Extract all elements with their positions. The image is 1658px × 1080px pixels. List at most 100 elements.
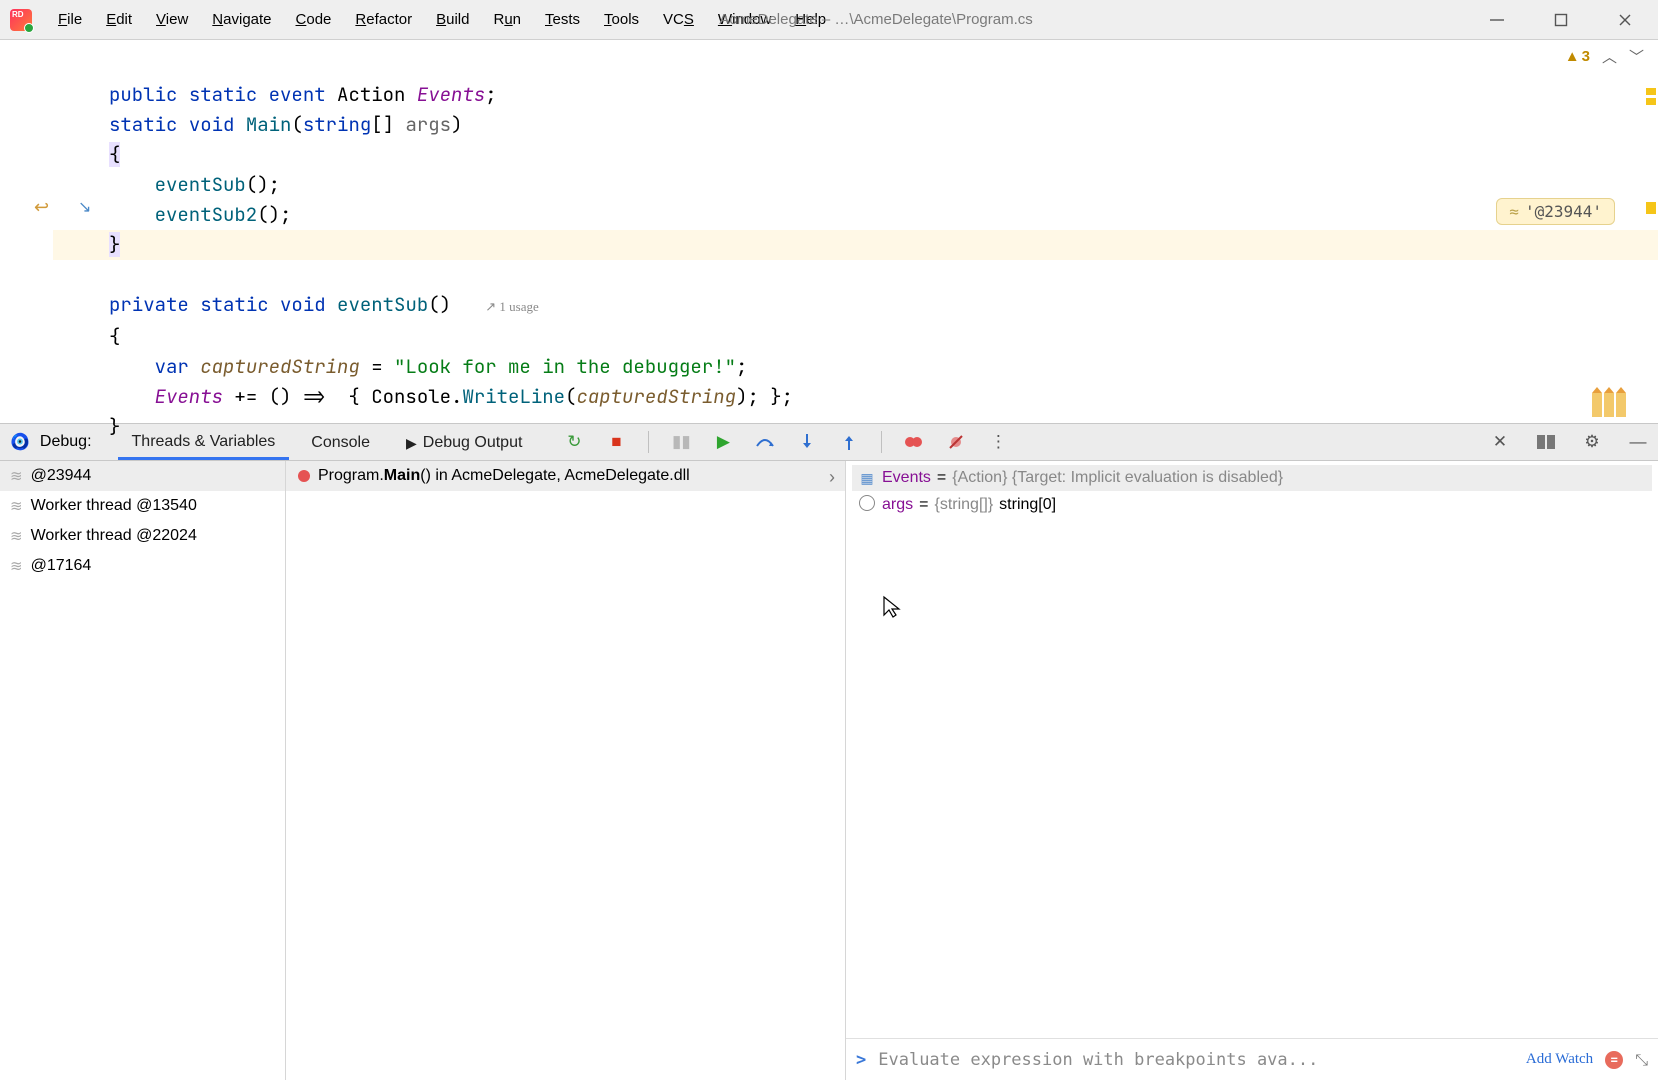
menu-view[interactable]: View	[144, 7, 200, 32]
grid-icon: ▦	[858, 470, 876, 487]
type: Action	[337, 82, 405, 107]
brace: {	[109, 142, 120, 167]
variable-name: Events	[882, 469, 931, 487]
thread-label: Worker thread @13540	[31, 497, 197, 515]
prev-highlight-icon[interactable]: ︿	[1602, 46, 1617, 67]
mute-breakpoints-button[interactable]	[946, 432, 966, 452]
hide-button[interactable]: —	[1628, 432, 1648, 452]
more-button[interactable]: ⋮	[988, 432, 1008, 452]
tab-debug-output[interactable]: ▶Debug Output	[392, 424, 536, 460]
rerun-button[interactable]: ↻	[564, 432, 584, 452]
variable-row[interactable]: args = {string[]} string[0]	[852, 491, 1652, 518]
menu-tools[interactable]: Tools	[592, 7, 651, 32]
expand-frames-icon[interactable]: ›	[829, 467, 835, 488]
punct: ); };	[736, 384, 793, 409]
object-icon	[858, 495, 876, 514]
step-over-button[interactable]	[755, 432, 775, 452]
menu-file[interactable]: File	[46, 7, 94, 32]
code-editor[interactable]: ↩ ↘ public static event Action Events; s…	[0, 40, 1658, 423]
settings-button[interactable]: ⚙	[1582, 432, 1602, 452]
threads-pane[interactable]: ≋@23944≋Worker thread @13540≋Worker thre…	[0, 461, 286, 1080]
code-area[interactable]: public static event Action Events; stati…	[53, 40, 1658, 423]
pause-button[interactable]: ▮▮	[671, 432, 691, 452]
thread-item[interactable]: ≋@23944	[0, 461, 285, 491]
menu-edit[interactable]: Edit	[94, 7, 144, 32]
title-bar: RD FileEditViewNavigateCodeRefactorBuild…	[0, 0, 1658, 40]
punct: ;	[485, 82, 496, 107]
punct: ()	[428, 292, 451, 317]
menu-code[interactable]: Code	[284, 7, 344, 32]
layout-button[interactable]	[1536, 432, 1556, 452]
window-title: AcmeDelegate – …\AcmeDelegate\Program.cs	[719, 11, 1032, 28]
next-highlight-icon[interactable]: ﹀	[1629, 46, 1644, 67]
add-watch-button[interactable]: Add Watch	[1526, 1051, 1593, 1068]
punct: .	[451, 384, 462, 409]
step-into-button[interactable]	[797, 432, 817, 452]
no-entry-icon[interactable]: =	[1605, 1051, 1623, 1069]
debug-icon: 🧿	[10, 432, 30, 452]
method: WriteLine	[462, 384, 565, 409]
frames-pane[interactable]: Program.Main() in AcmeDelegate, AcmeDele…	[286, 461, 846, 1080]
app-icon: RD	[10, 9, 32, 31]
kw: static	[200, 292, 268, 317]
menu-tests[interactable]: Tests	[533, 7, 592, 32]
thread-item[interactable]: ≋Worker thread @22024	[0, 521, 285, 551]
breakpoint-icon	[298, 470, 310, 482]
variables-list[interactable]: ▦Events = {Action} {Target: Implicit eva…	[846, 461, 1658, 1038]
ident: Events	[417, 82, 485, 107]
tab-threads-variables[interactable]: Threads & Variables	[118, 424, 290, 460]
thread-label: @23944	[31, 467, 92, 485]
collapse-icon[interactable]: ⤡	[1635, 1050, 1648, 1070]
view-breakpoints-button[interactable]	[904, 432, 924, 452]
warning-badge[interactable]: ▲ 3	[1565, 48, 1590, 65]
kw: private	[109, 292, 189, 317]
window-controls	[1488, 11, 1648, 29]
type: Console	[371, 384, 451, 409]
inline-debug-value: ≈'@23944'	[1496, 198, 1615, 225]
editor-error-stripe[interactable]	[1648, 88, 1656, 378]
menu-vcs[interactable]: VCS	[651, 7, 706, 32]
ident: Events	[155, 384, 223, 409]
punct: )	[451, 112, 462, 137]
ident: capturedString	[200, 354, 360, 379]
thread-icon: ≋	[10, 497, 23, 515]
variables-pane: ▦Events = {Action} {Target: Implicit eva…	[846, 461, 1658, 1080]
tab-console[interactable]: Console	[297, 424, 384, 460]
maximize-button[interactable]	[1552, 11, 1570, 29]
pencils-widget[interactable]	[1592, 393, 1626, 417]
kw: void	[189, 112, 235, 137]
brace: }	[109, 414, 120, 439]
punct: ();	[246, 172, 280, 197]
menu-run[interactable]: Run	[481, 7, 533, 32]
step-out-button[interactable]	[839, 432, 859, 452]
editor-inspection-widget[interactable]: ▲ 3 ︿ ﹀	[1565, 46, 1644, 67]
method: Main	[246, 112, 292, 137]
debug-body: ≋@23944≋Worker thread @13540≋Worker thre…	[0, 461, 1658, 1080]
debug-tool-window-header: 🧿 Debug: Threads & Variables Console ▶De…	[0, 423, 1658, 461]
close-button[interactable]	[1616, 11, 1634, 29]
thread-item[interactable]: ≋@17164	[0, 551, 285, 581]
editor-gutter: ↩ ↘	[0, 40, 53, 423]
thread-icon: ≋	[10, 557, 23, 575]
resume-button[interactable]: ▶	[713, 432, 733, 452]
evaluate-input[interactable]: Evaluate expression with breakpoints ava…	[878, 1050, 1514, 1070]
op: =	[360, 354, 394, 379]
variable-row[interactable]: ▦Events = {Action} {Target: Implicit eva…	[852, 465, 1652, 491]
punct: (	[291, 112, 302, 137]
usage-hint[interactable]: ↗ 1 usage	[485, 299, 539, 314]
stop-button[interactable]: ■	[606, 432, 626, 452]
punct: (	[565, 384, 576, 409]
stack-frame[interactable]: Program.Main() in AcmeDelegate, AcmeDele…	[286, 461, 845, 491]
menu-build[interactable]: Build	[424, 7, 481, 32]
frame-label: Program.Main() in AcmeDelegate, AcmeDele…	[318, 467, 690, 485]
menu-refactor[interactable]: Refactor	[343, 7, 424, 32]
evaluate-bar: > Evaluate expression with breakpoints a…	[846, 1038, 1658, 1080]
call: eventSub	[155, 172, 246, 197]
close-panel-button[interactable]: ✕	[1490, 432, 1510, 452]
debug-title: Debug:	[40, 433, 92, 451]
minimize-button[interactable]	[1488, 11, 1506, 29]
thread-item[interactable]: ≋ Worker thread @13540	[0, 491, 285, 521]
param: args	[405, 112, 451, 137]
menu-navigate[interactable]: Navigate	[200, 7, 283, 32]
method: eventSub	[337, 292, 428, 317]
